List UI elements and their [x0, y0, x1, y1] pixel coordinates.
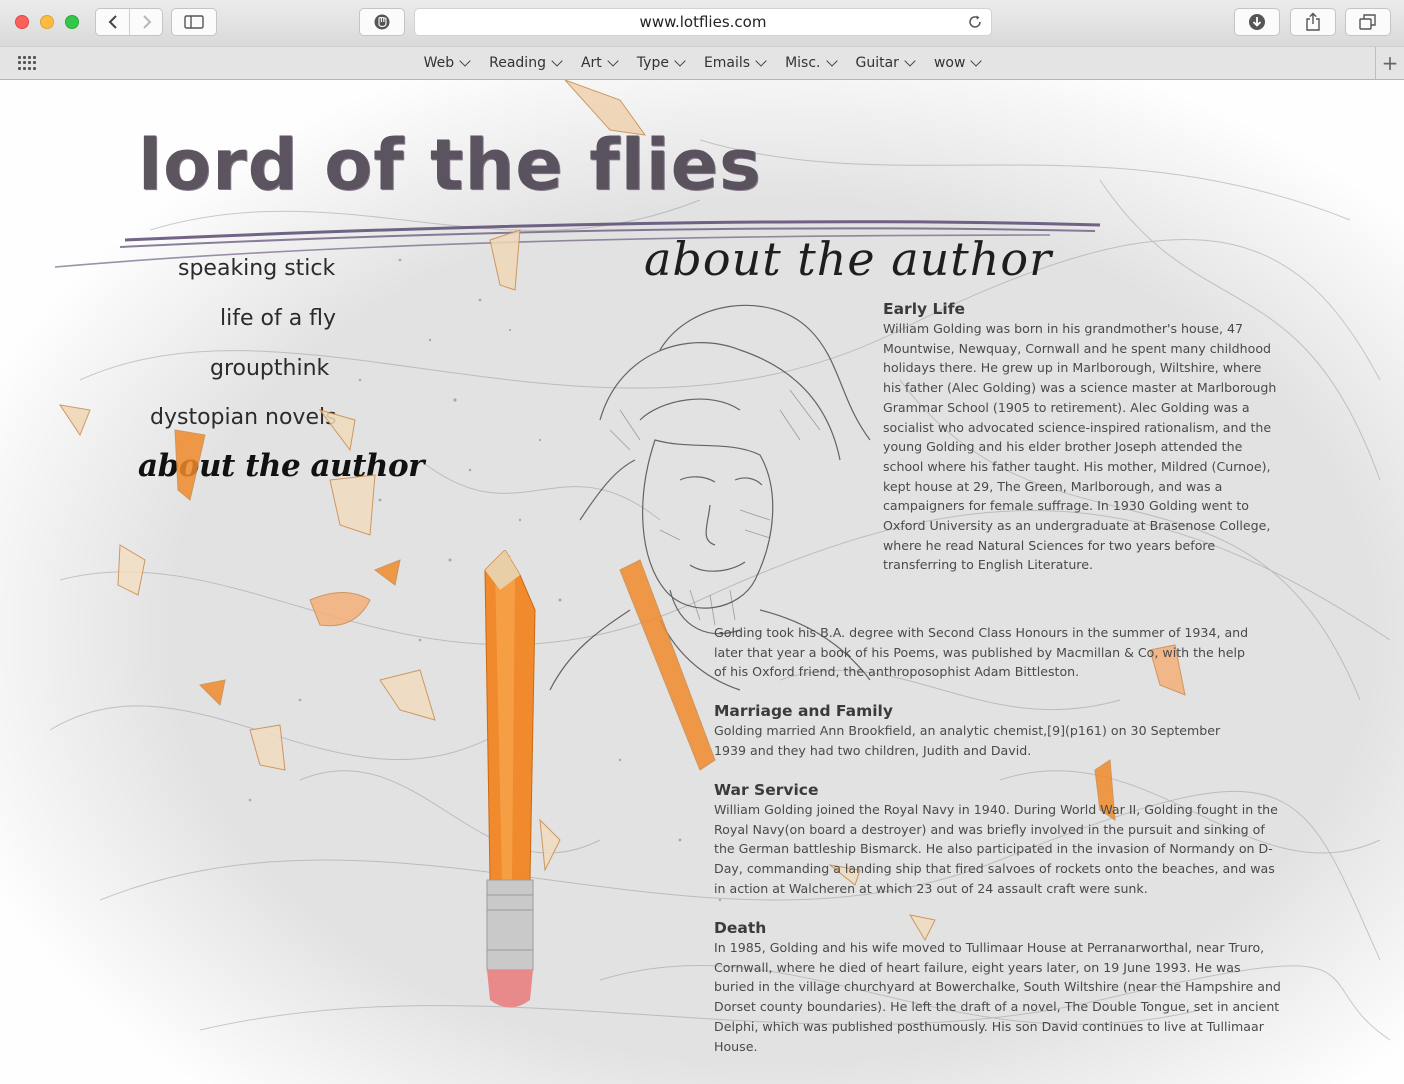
web-page: lord of the flies speaking stick life of…: [0, 80, 1404, 1084]
favorite-art[interactable]: Art: [581, 47, 619, 79]
chevron-down-icon: [674, 55, 686, 67]
war-service-text: William Golding joined the Royal Navy in…: [714, 802, 1278, 896]
chevron-down-icon: [459, 55, 471, 67]
downloads-button[interactable]: [1234, 8, 1280, 36]
extension-button[interactable]: [359, 8, 405, 36]
history-nav-group: [95, 8, 163, 36]
section-death: Death In 1985, Golding and his wife move…: [714, 918, 1284, 1056]
extension-icon: [374, 14, 390, 30]
graduation-text: Golding took his B.A. degree with Second…: [714, 625, 1249, 680]
section-early-life: Early Life William Golding was born in h…: [883, 299, 1283, 575]
address-bar[interactable]: www.lotflies.com: [414, 8, 992, 36]
show-all-tabs-button[interactable]: [1345, 8, 1391, 36]
url-text: www.lotflies.com: [639, 13, 767, 31]
chevron-down-icon: [825, 55, 838, 67]
share-icon: [1306, 12, 1320, 31]
chevron-down-icon: [755, 55, 767, 67]
favorite-type[interactable]: Type: [637, 47, 686, 79]
forward-icon: [142, 15, 151, 29]
nav-about-the-author[interactable]: about the author: [138, 448, 424, 484]
share-button[interactable]: [1290, 8, 1336, 36]
zoom-window-button[interactable]: [65, 15, 79, 29]
site-title: lord of the flies: [138, 124, 762, 206]
back-button[interactable]: [96, 9, 129, 35]
sidebar-icon: [184, 15, 204, 29]
favorite-misc[interactable]: Misc.: [785, 47, 838, 79]
nav-life-of-a-fly[interactable]: life of a fly: [220, 306, 336, 331]
marriage-heading: Marriage and Family: [714, 702, 893, 720]
section-graduation: Golding took his B.A. degree with Second…: [714, 623, 1254, 682]
chevron-down-icon: [904, 55, 916, 67]
nav-speaking-stick[interactable]: speaking stick: [178, 256, 335, 281]
back-icon: [108, 15, 117, 29]
favorites-bar: Web Reading Art Type Emails Misc. Guitar…: [0, 46, 1404, 80]
early-life-heading: Early Life: [883, 300, 965, 318]
favorite-guitar[interactable]: Guitar: [856, 47, 916, 79]
favorite-wow[interactable]: wow: [934, 47, 983, 79]
reload-button[interactable]: [967, 14, 983, 34]
favorite-reading[interactable]: Reading: [489, 47, 563, 79]
death-text: In 1985, Golding and his wife moved to T…: [714, 940, 1281, 1054]
chevron-down-icon: [551, 55, 563, 67]
minimize-window-button[interactable]: [40, 15, 54, 29]
download-icon: [1249, 14, 1265, 30]
sidebar-toggle-button[interactable]: [171, 8, 217, 36]
chevron-down-icon: [607, 55, 619, 67]
add-bookmark-icon: +: [1381, 51, 1399, 75]
chevron-down-icon: [970, 55, 983, 67]
browser-titlebar: www.lotflies.com: [0, 0, 1404, 46]
nav-groupthink[interactable]: groupthink: [210, 356, 329, 381]
broken-pencil-image: [484, 550, 536, 1008]
tabs-icon: [1359, 14, 1376, 30]
section-heading: about the author: [644, 232, 1053, 286]
favorite-emails[interactable]: Emails: [704, 47, 767, 79]
early-life-text: William Golding was born in his grandmot…: [883, 321, 1277, 573]
section-marriage-and-family: Marriage and Family Golding married Ann …: [714, 701, 1254, 760]
forward-button[interactable]: [130, 9, 163, 35]
war-service-heading: War Service: [714, 781, 819, 799]
reload-icon: [969, 15, 981, 28]
favorites-list: Web Reading Art Type Emails Misc. Guitar…: [0, 47, 1404, 79]
nav-dystopian-novels[interactable]: dystopian novels: [150, 405, 337, 430]
close-window-button[interactable]: [15, 15, 29, 29]
favorite-web[interactable]: Web: [424, 47, 471, 79]
death-heading: Death: [714, 919, 767, 937]
add-bookmark-button[interactable]: +: [1375, 47, 1404, 79]
marriage-text: Golding married Ann Brookfield, an analy…: [714, 723, 1221, 758]
section-war-service: War Service William Golding joined the R…: [714, 780, 1284, 899]
